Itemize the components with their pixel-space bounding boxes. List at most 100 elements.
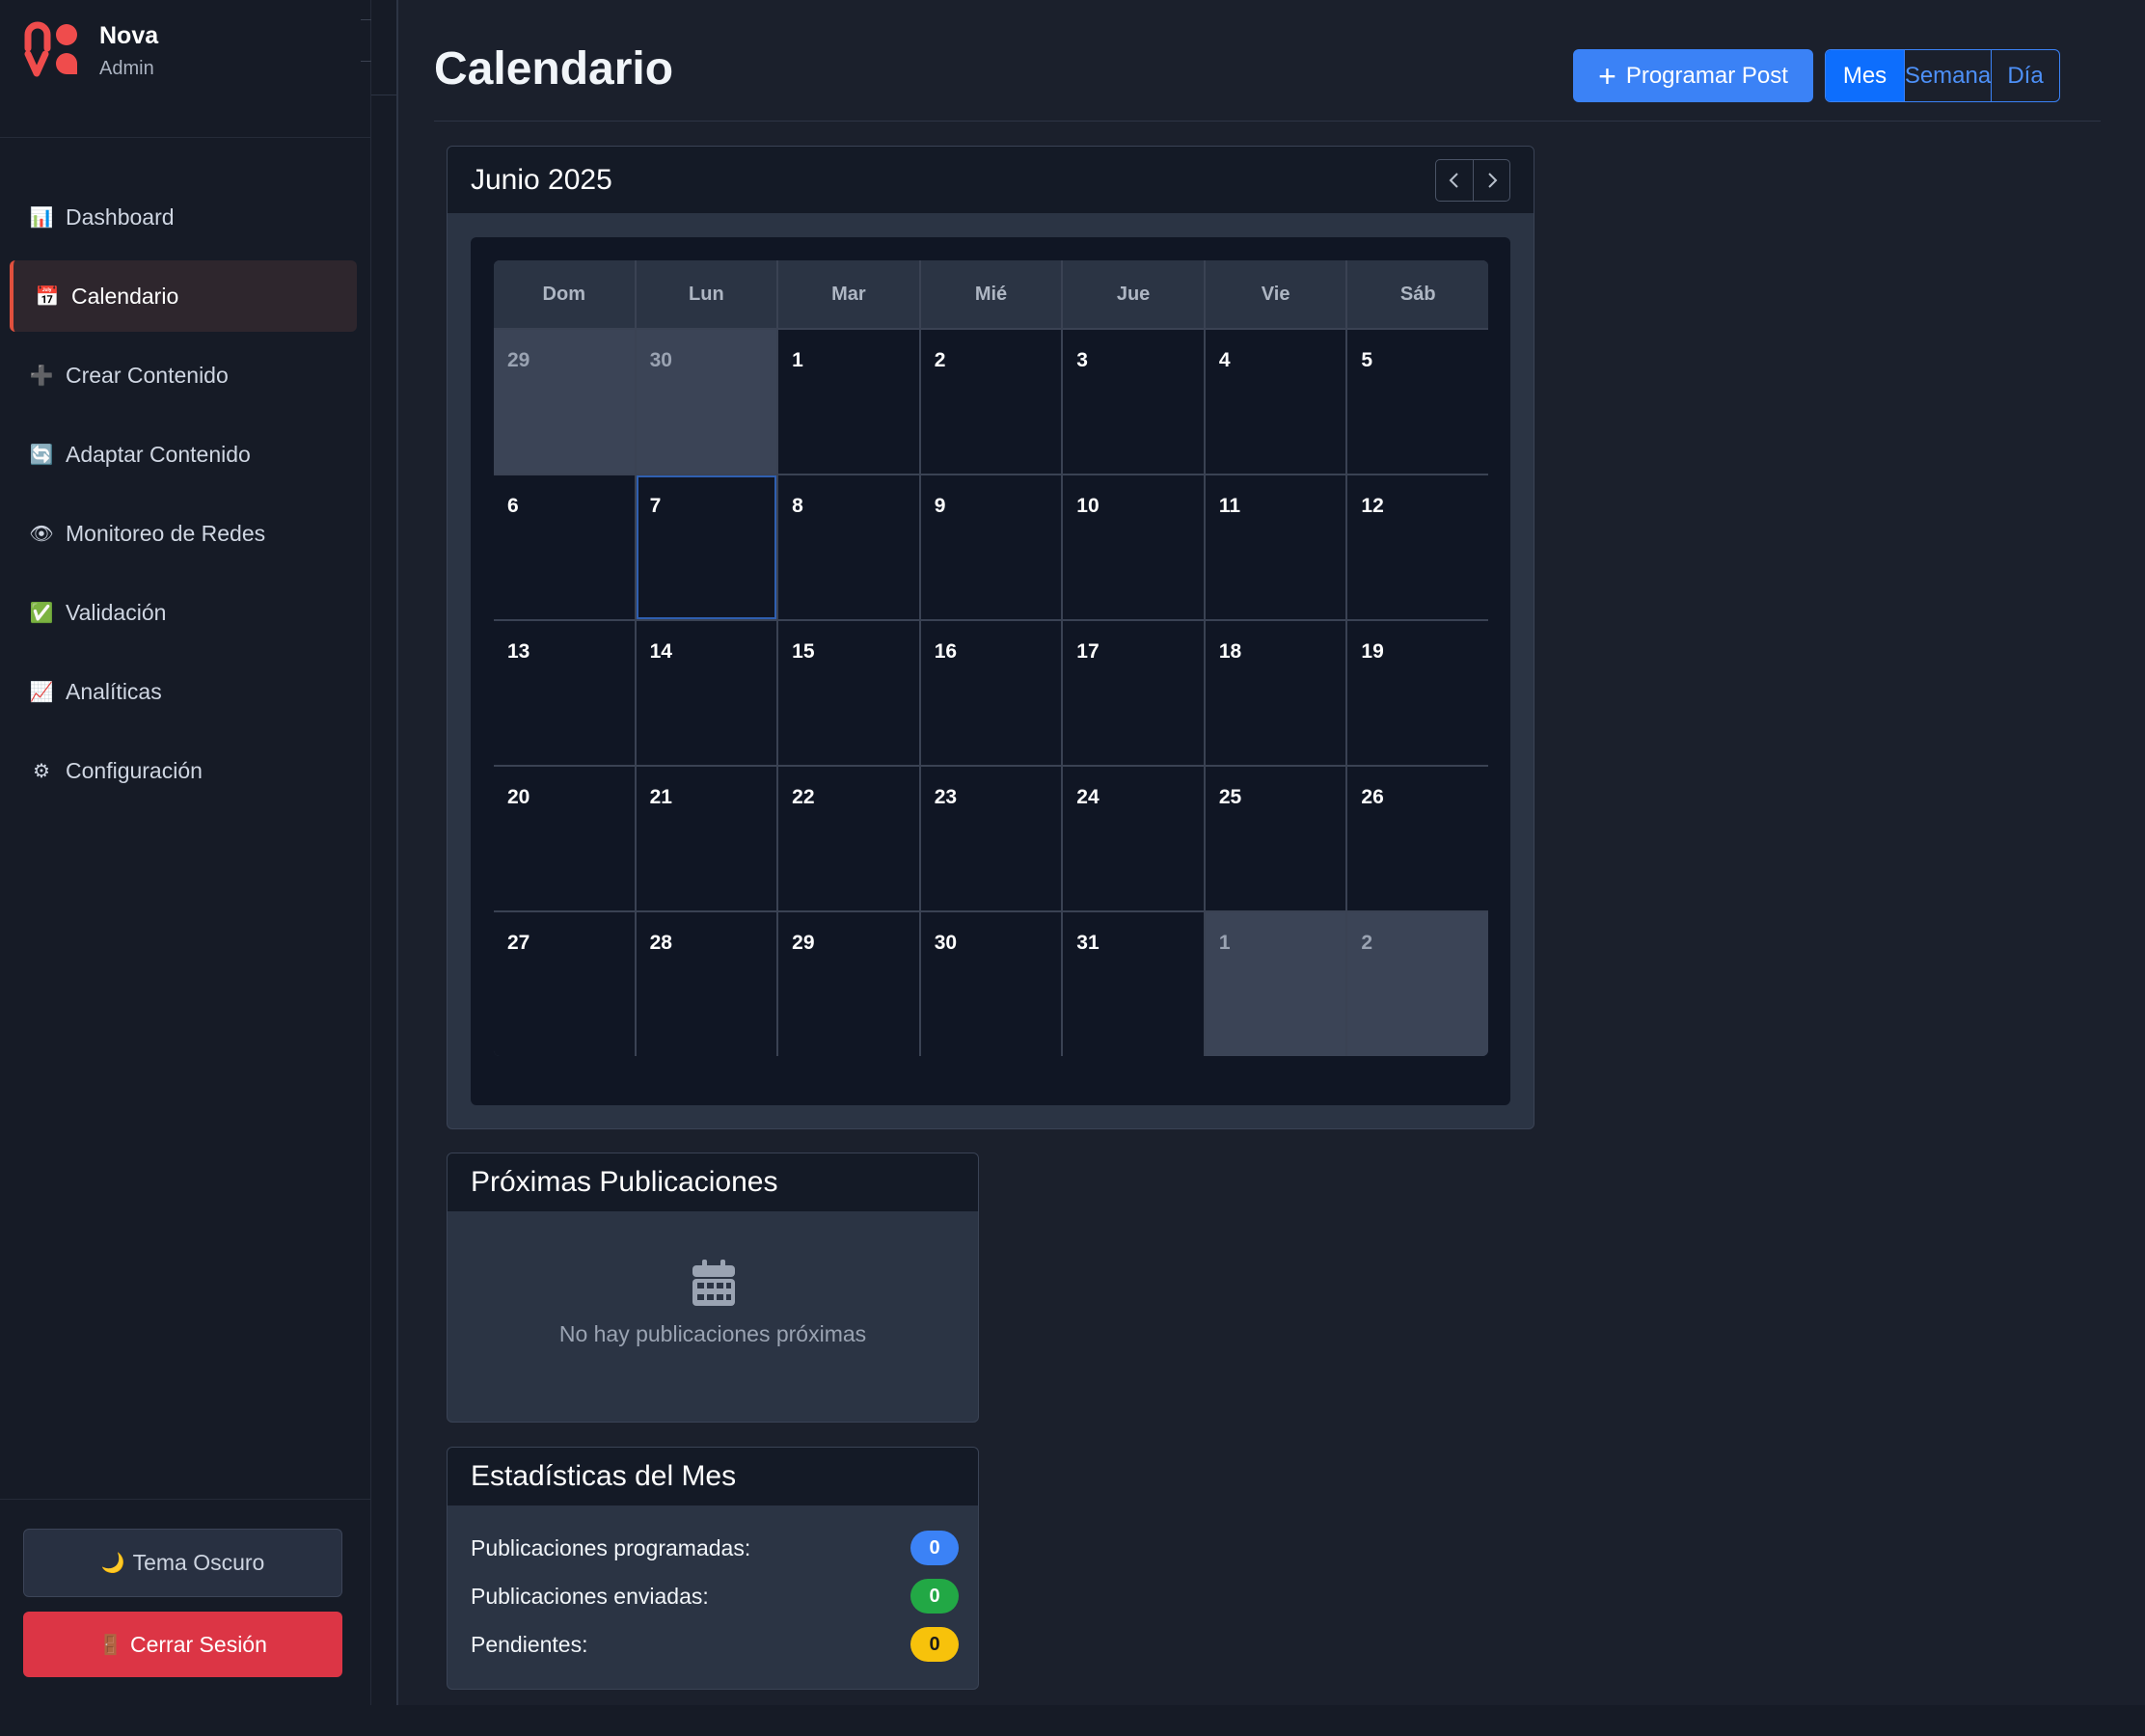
view-month-button[interactable]: Mes [1826, 50, 1905, 101]
moon-icon: 🌙 [100, 1553, 125, 1574]
count-badge: 0 [910, 1531, 959, 1565]
refresh-icon: 🔄 [29, 444, 54, 466]
calendar-month-title: Junio 2025 [471, 163, 612, 196]
sidebar-item-label: Monitoreo de Redes [66, 520, 266, 546]
calendar-day[interactable]: 11 [1205, 475, 1346, 619]
stats-title: Estadísticas del Mes [448, 1448, 978, 1505]
monthly-stats-card: Estadísticas del Mes Publicaciones progr… [447, 1447, 979, 1690]
sidebar-item-label: Calendario [71, 283, 179, 309]
calendar-day[interactable]: 8 [778, 475, 919, 619]
sidebar-item-label: Analíticas [66, 678, 162, 704]
count-badge: 0 [910, 1627, 959, 1662]
calendar-day[interactable]: 2 [920, 330, 1062, 474]
view-week-button[interactable]: Semana [1905, 50, 1992, 101]
schedule-post-label: Programar Post [1625, 62, 1788, 89]
sidebar-item-crear-contenido[interactable]: ➕ Crear Contenido [10, 339, 357, 411]
calendar-day[interactable]: 25 [1205, 767, 1346, 910]
calendar-day[interactable]: 13 [494, 621, 635, 765]
calendar-day[interactable]: 18 [1205, 621, 1346, 765]
chevron-left-icon [1449, 173, 1458, 188]
divider [0, 1499, 371, 1500]
calendar-day-outside-month[interactable]: 30 [636, 330, 777, 474]
calendar-days: 29 30 1 2 3 4 5 6 7 8 9 10 11 12 13 14 15 16 17 18 19 20 21 22 2… [494, 330, 1488, 1056]
calendar-day[interactable]: 24 [1063, 767, 1204, 910]
brand-role: Admin [99, 58, 154, 79]
weekday-header: Mié [920, 260, 1062, 328]
brand: Nova Admin [24, 21, 158, 79]
sidebar-item-label: Configuración [66, 757, 203, 783]
upcoming-posts-card: Próximas Publicaciones No hay publicacio… [447, 1153, 979, 1423]
view-switcher: Mes Semana Día [1825, 49, 2060, 102]
calendar-day[interactable]: 9 [920, 475, 1062, 619]
theme-toggle-button[interactable]: 🌙 Tema Oscuro [23, 1529, 342, 1597]
calendar-day[interactable]: 29 [778, 912, 919, 1056]
count-badge: 0 [910, 1579, 959, 1614]
sidebar-item-validacion[interactable]: ✅ Validación [10, 577, 357, 648]
sidebar-item-analiticas[interactable]: 📈 Analíticas [10, 656, 357, 727]
chevron-right-icon [1487, 173, 1497, 188]
calendar-day-outside-month[interactable]: 1 [1205, 912, 1346, 1056]
calendar-day[interactable]: 14 [636, 621, 777, 765]
calendar-header: Junio 2025 [448, 147, 1534, 214]
weekday-header: Mar [778, 260, 919, 328]
prev-month-button[interactable] [1436, 160, 1473, 201]
weekday-header: Lun [636, 260, 777, 328]
calendar-day[interactable]: 23 [920, 767, 1062, 910]
sidebar-item-calendario[interactable]: 📅 Calendario [10, 260, 357, 332]
sidebar-nav: 📊 Dashboard 📅 Calendario ➕ Crear Contenido 🔄 Ad… [10, 181, 357, 814]
view-day-button[interactable]: Día [1992, 50, 2059, 101]
calendar-day[interactable]: 3 [1063, 330, 1204, 474]
calendar-body: Dom Lun Mar Mié Jue Vie Sáb 29 30 1 2 3 4 5 6 7 8 9 10 11 1… [471, 237, 1510, 1105]
calendar-day[interactable]: 10 [1063, 475, 1204, 619]
calendar-day[interactable]: 31 [1063, 912, 1204, 1056]
calendar-day-today[interactable]: 7 [636, 475, 777, 619]
calendar-day-outside-month[interactable]: 2 [1347, 912, 1488, 1056]
brand-name: Nova [99, 22, 159, 49]
calendar-day[interactable]: 5 [1347, 330, 1488, 474]
sidebar-item-configuracion[interactable]: ⚙ Configuración [10, 735, 357, 806]
calendar-day[interactable]: 1 [778, 330, 919, 474]
sidebar-edge [371, 0, 398, 1705]
calendar-day[interactable]: 17 [1063, 621, 1204, 765]
stat-sent: Publicaciones enviadas: 0 [471, 1577, 959, 1615]
upcoming-posts-title: Próximas Publicaciones [448, 1153, 978, 1211]
sidebar-item-label: Validación [66, 599, 167, 625]
calendar-day[interactable]: 30 [920, 912, 1062, 1056]
sidebar-item-adaptar-contenido[interactable]: 🔄 Adaptar Contenido [10, 419, 357, 490]
calendar-day[interactable]: 19 [1347, 621, 1488, 765]
calendar-day[interactable]: 16 [920, 621, 1062, 765]
calendar-day[interactable]: 28 [636, 912, 777, 1056]
calendar-day[interactable]: 15 [778, 621, 919, 765]
divider [0, 137, 371, 138]
sidebar-item-monitoreo-de-redes[interactable]: 👁 Monitoreo de Redes [10, 498, 357, 569]
calendar-nav [1435, 159, 1510, 202]
calendar-day-outside-month[interactable]: 29 [494, 330, 635, 474]
calendar-day[interactable]: 4 [1205, 330, 1346, 474]
sidebar: Nova Admin 📊 Dashboard 📅 Calendario ➕ Crear C… [0, 0, 374, 1705]
calendar-day[interactable]: 22 [778, 767, 919, 910]
calendar-day[interactable]: 21 [636, 767, 777, 910]
schedule-post-button[interactable]: + Programar Post [1573, 49, 1813, 102]
check-icon: ✅ [29, 602, 54, 624]
window-bottom-bar [0, 1705, 2145, 1736]
sidebar-item-dashboard[interactable]: 📊 Dashboard [10, 181, 357, 253]
calendar-day[interactable]: 12 [1347, 475, 1488, 619]
calendar-day[interactable]: 27 [494, 912, 635, 1056]
weekday-header: Dom [494, 260, 635, 328]
eye-icon: 👁 [29, 523, 54, 545]
calendar-day[interactable]: 20 [494, 767, 635, 910]
logout-button[interactable]: 🚪 Cerrar Sesión [23, 1612, 342, 1677]
calendar-icon: 📅 [35, 285, 60, 308]
weekday-header: Jue [1063, 260, 1204, 328]
next-month-button[interactable] [1473, 160, 1509, 201]
line-chart-icon: 📈 [29, 681, 54, 703]
theme-toggle-label: Tema Oscuro [132, 1550, 265, 1575]
calendar-day[interactable]: 6 [494, 475, 635, 619]
plus-icon: + [1598, 58, 1616, 94]
sidebar-item-label: Crear Contenido [66, 362, 229, 388]
weekday-header-row: Dom Lun Mar Mié Jue Vie Sáb [494, 260, 1488, 328]
calendar-card: Junio 2025 Dom Lun Mar Mié Jue Vie Sáb 29 30 1 2 3… [447, 146, 1534, 1129]
stat-scheduled: Publicaciones programadas: 0 [471, 1529, 959, 1567]
sidebar-item-label: Dashboard [66, 203, 175, 230]
calendar-day[interactable]: 26 [1347, 767, 1488, 910]
